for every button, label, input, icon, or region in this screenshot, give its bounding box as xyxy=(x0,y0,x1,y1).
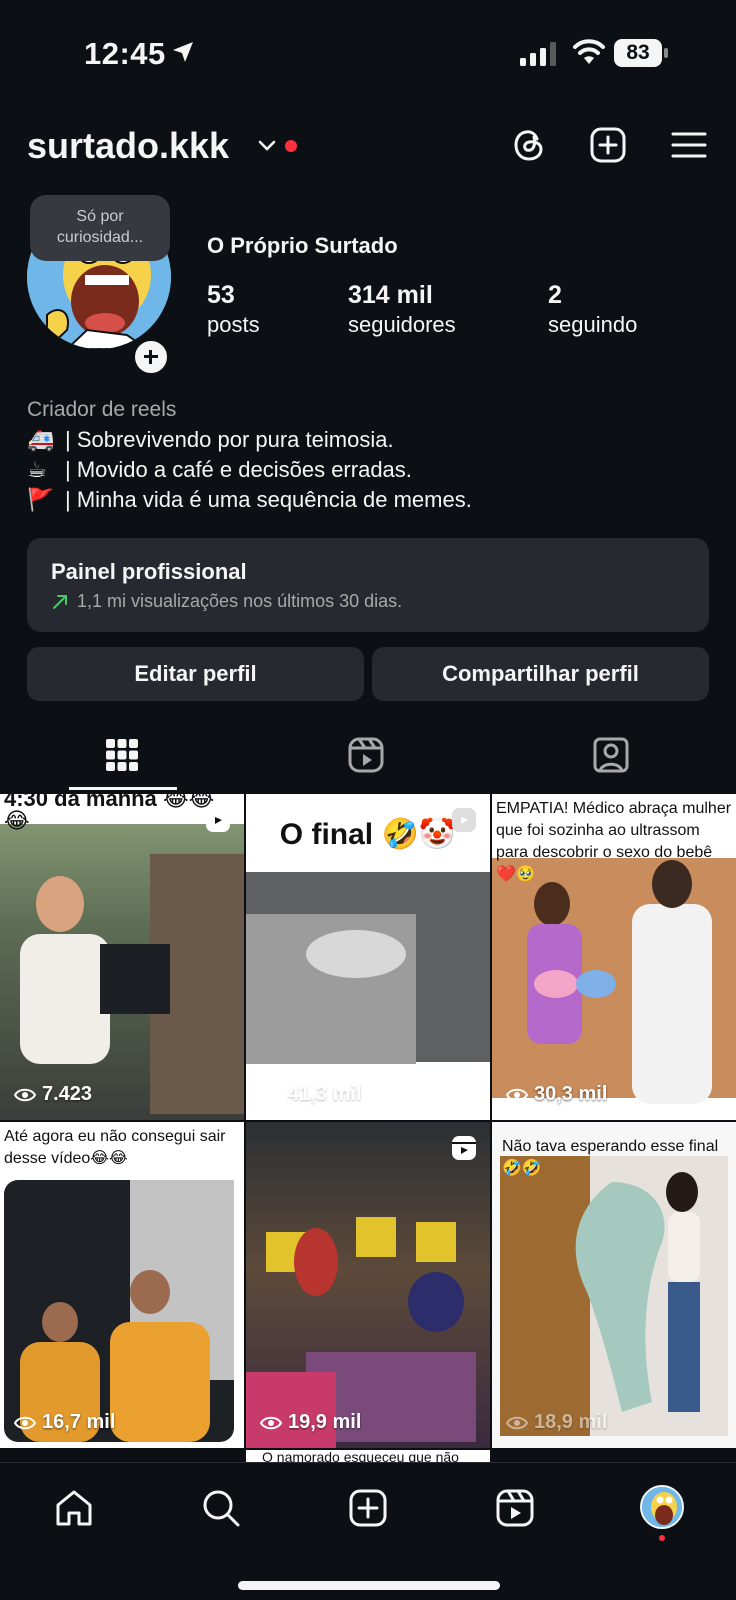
note-line-1: Só por xyxy=(76,208,124,225)
post-thumbnail[interactable]: O final 🤣🤡 41,3 mil xyxy=(246,794,490,1120)
profile-category: Criador de reels xyxy=(27,398,177,421)
post-thumbnail-partial[interactable]: O namorado esqueceu que não xyxy=(246,1450,490,1462)
bio-text: | Movido a café e decisões erradas. xyxy=(65,457,412,482)
eye-icon xyxy=(506,1416,528,1429)
edit-profile-button[interactable]: Editar perfil xyxy=(27,647,364,701)
active-tab-indicator xyxy=(69,787,177,790)
post-thumbnail[interactable]: Não tava esperando esse final 🤣🤣 18,9 mi… xyxy=(492,1122,736,1448)
post-scene xyxy=(4,1180,234,1442)
post-views: 30,3 mil xyxy=(506,1083,607,1106)
grid-icon[interactable] xyxy=(102,735,142,775)
search-icon[interactable] xyxy=(200,1487,242,1529)
chevron-down-icon[interactable] xyxy=(257,138,277,154)
trend-up-icon xyxy=(53,594,67,609)
red-flag-emoji: 🚩 xyxy=(27,487,55,512)
ambulance-emoji: 🚑 xyxy=(27,427,55,452)
home-icon[interactable] xyxy=(53,1487,95,1529)
post-view-count: 18,9 mil xyxy=(534,1411,608,1433)
stat-followers-value: 314 mil xyxy=(348,281,433,309)
bio-line: ☕ | Movido a café e decisões erradas. xyxy=(27,455,412,485)
reels-icon[interactable] xyxy=(346,735,386,775)
create-icon[interactable] xyxy=(347,1487,389,1529)
wifi-icon xyxy=(573,39,605,64)
bio-line: 🚩 | Minha vida é uma sequência de memes. xyxy=(27,485,472,515)
post-caption: Não tava esperando esse final 🤣🤣 xyxy=(502,1138,719,1177)
post-caption: O namorado esqueceu que não xyxy=(262,1450,459,1462)
eye-icon xyxy=(506,1088,528,1101)
homer-avatar-illustration xyxy=(642,1487,682,1527)
battery-level: 83 xyxy=(626,41,650,64)
menu-icon[interactable] xyxy=(670,126,708,164)
post-view-count: 41,3 mil xyxy=(288,1083,362,1105)
post-view-count: 16,7 mil xyxy=(42,1411,116,1433)
clock: 12:45 xyxy=(84,36,166,71)
post-views: 16,7 mil xyxy=(14,1411,115,1434)
stat-posts[interactable]: 53 posts xyxy=(207,280,260,340)
bottom-navigation xyxy=(0,1462,736,1600)
reels-icon[interactable] xyxy=(494,1487,536,1529)
location-arrow-icon xyxy=(173,42,193,62)
post-thumbnail[interactable]: 4:30 da manhã 😂😂😂 7.423 xyxy=(0,794,244,1120)
reels-icon xyxy=(452,808,476,832)
post-thumbnail[interactable]: 19,9 mil xyxy=(246,1122,490,1448)
eye-icon xyxy=(260,1088,282,1101)
post-thumbnail[interactable]: EMPATIA! Médico abraça mulher que foi so… xyxy=(492,794,736,1120)
bio-text: | Sobrevivendo por pura teimosia. xyxy=(65,427,394,452)
reels-icon xyxy=(452,1136,476,1160)
home-indicator xyxy=(238,1581,500,1590)
cellular-signal-icon xyxy=(520,42,556,66)
post-view-count: 7.423 xyxy=(42,1083,93,1105)
post-caption: EMPATIA! Médico abraça mulher que foi so… xyxy=(496,800,732,883)
stat-followers[interactable]: 314 mil seguidores xyxy=(348,280,456,340)
stat-following-label: seguindo xyxy=(548,312,638,337)
post-views: 18,9 mil xyxy=(506,1411,607,1434)
post-views: 19,9 mil xyxy=(260,1411,361,1434)
post-caption: Até agora eu não consegui sair desse víd… xyxy=(4,1128,226,1167)
stat-following-value: 2 xyxy=(548,281,562,309)
dashboard-title: Painel profissional xyxy=(51,559,247,584)
reels-icon xyxy=(206,808,230,832)
post-scene xyxy=(246,1217,476,1448)
coffee-emoji: ☕ xyxy=(27,457,47,482)
stat-posts-value: 53 xyxy=(207,281,235,309)
post-view-count: 30,3 mil xyxy=(534,1083,608,1105)
bio-line: 🚑 | Sobrevivendo por pura teimosia. xyxy=(27,425,394,455)
add-story-button[interactable] xyxy=(131,337,171,377)
post-view-count: 19,9 mil xyxy=(288,1411,362,1433)
tagged-icon[interactable] xyxy=(591,735,631,775)
create-post-icon[interactable] xyxy=(589,126,627,164)
dashboard-subtitle-text: 1,1 mi visualizações nos últimos 30 dias… xyxy=(77,591,403,611)
bio-text: | Minha vida é uma sequência de memes. xyxy=(65,487,472,512)
profile-note-bubble[interactable]: Só por curiosidad... xyxy=(30,195,170,261)
dashboard-subtitle: 1,1 mi visualizações nos últimos 30 dias… xyxy=(51,591,402,612)
battery-indicator: 83 xyxy=(614,39,668,67)
profile-full-name: O Próprio Surtado xyxy=(207,233,398,258)
threads-icon[interactable] xyxy=(510,126,548,164)
share-profile-button[interactable]: Compartilhar perfil xyxy=(372,647,709,701)
post-thumbnail[interactable]: Até agora eu não consegui sair desse víd… xyxy=(0,1122,244,1448)
post-views: 41,3 mil xyxy=(260,1083,361,1106)
notification-dot xyxy=(659,1535,665,1541)
account-switcher-username[interactable]: surtado.kkk xyxy=(27,125,229,167)
profile-avatar[interactable] xyxy=(640,1485,684,1529)
post-scene xyxy=(0,794,244,1114)
posts-grid: 4:30 da manhã 😂😂😂 7.423 O final 🤣🤡 41,3 … xyxy=(0,794,736,1462)
professional-dashboard[interactable]: Painel profissional 1,1 mi visualizações… xyxy=(27,538,709,632)
eye-icon xyxy=(14,1416,36,1429)
note-line-2: curiosidad... xyxy=(56,229,144,246)
eye-icon xyxy=(260,1416,282,1429)
eye-icon xyxy=(14,1088,36,1101)
post-views: 7.423 xyxy=(14,1083,92,1106)
status-bar: 12:45 83 xyxy=(0,0,736,110)
stat-posts-label: posts xyxy=(207,312,260,337)
notification-dot xyxy=(285,140,297,152)
stat-following[interactable]: 2 seguindo xyxy=(548,280,637,340)
stat-followers-label: seguidores xyxy=(348,312,456,337)
